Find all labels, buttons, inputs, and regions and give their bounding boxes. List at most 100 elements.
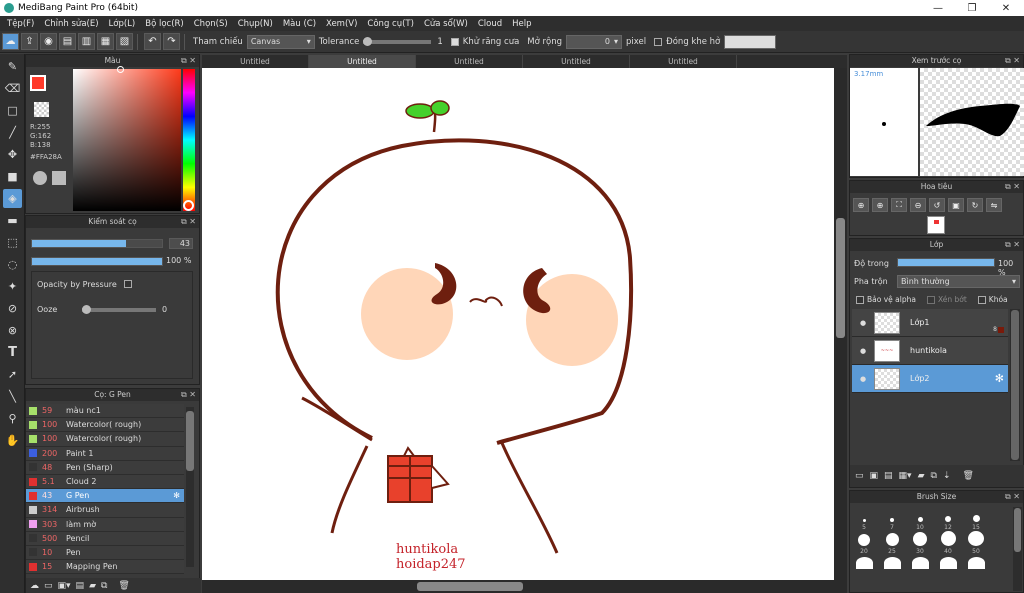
antialias-checkbox[interactable] bbox=[450, 37, 459, 46]
undo-icon[interactable]: ↶ bbox=[144, 33, 161, 50]
rotate-right-icon[interactable]: ↻ bbox=[967, 198, 983, 212]
operation-tool-icon[interactable]: ➚ bbox=[3, 365, 22, 384]
redo-icon[interactable]: ↷ bbox=[163, 33, 180, 50]
drawing-canvas[interactable] bbox=[202, 68, 834, 580]
divide-tool-icon[interactable]: ╲ bbox=[3, 387, 22, 406]
visibility-eye-icon[interactable]: ● bbox=[858, 375, 868, 383]
scrollbar-thumb[interactable] bbox=[1014, 508, 1021, 552]
zoom-fit-icon[interactable]: ⊕ bbox=[853, 198, 869, 212]
brush-list-item[interactable]: 43 G Pen ✻ bbox=[26, 489, 184, 504]
new-8bit-layer-icon[interactable]: ▤ bbox=[884, 471, 893, 481]
comment-icon[interactable]: ▤ bbox=[59, 33, 76, 50]
rotate-left-icon[interactable]: ↺ bbox=[929, 198, 945, 212]
scrollbar-thumb[interactable] bbox=[417, 582, 523, 591]
new-brush-icon[interactable]: ▭ bbox=[44, 581, 53, 591]
speech-icon[interactable]: ◉ bbox=[40, 33, 57, 50]
opacity-pressure-checkbox[interactable] bbox=[124, 280, 132, 288]
panel-controls-icon[interactable]: ⧉ ✕ bbox=[1005, 181, 1020, 193]
brush-size-option[interactable] bbox=[878, 555, 906, 569]
cloud-icon[interactable]: ☁ bbox=[2, 33, 19, 50]
menu-window[interactable]: Cửa sổ(W) bbox=[419, 19, 473, 29]
brush-list-item[interactable]: 100 Watercolor( rough) bbox=[26, 418, 184, 433]
layer-row[interactable]: ● Lớp2 ✻ bbox=[852, 365, 1008, 393]
select-tool-icon[interactable]: ⬚ bbox=[3, 233, 22, 252]
menu-filter[interactable]: Bộ lọc(R) bbox=[140, 19, 189, 29]
layer-list-scrollbar[interactable] bbox=[1010, 309, 1020, 461]
panel-controls-icon[interactable]: ⧉ ✕ bbox=[181, 389, 196, 401]
gear-icon[interactable]: ✻ bbox=[173, 491, 180, 500]
visibility-eye-icon[interactable]: ● bbox=[858, 319, 868, 327]
primary-color-swatch[interactable] bbox=[30, 75, 46, 91]
brush-size-option[interactable] bbox=[934, 555, 962, 569]
menu-select[interactable]: Chọn(S) bbox=[189, 19, 233, 29]
layer-row[interactable]: ● Lớp1 8 bbox=[852, 309, 1008, 337]
saturation-value-picker[interactable] bbox=[73, 66, 181, 211]
tolerance-slider[interactable] bbox=[363, 36, 432, 46]
zoom-out-icon[interactable]: ⊖ bbox=[910, 198, 926, 212]
close-gap-field[interactable] bbox=[724, 34, 777, 49]
blend-mode-select[interactable]: Bình thường ▾ bbox=[897, 275, 1020, 288]
brush-size-option[interactable] bbox=[962, 555, 990, 569]
move-tool-icon[interactable]: ✥ bbox=[3, 145, 22, 164]
trash-icon[interactable]: 🗑 bbox=[118, 581, 129, 591]
minimize-button[interactable]: — bbox=[921, 0, 955, 16]
brush-list-scrollbar[interactable] bbox=[186, 407, 194, 567]
dot-tool-icon[interactable]: ╱ bbox=[3, 123, 22, 142]
trash-icon[interactable]: 🗑 bbox=[962, 471, 973, 481]
scrollbar-thumb[interactable] bbox=[1011, 310, 1019, 460]
brush-list-item[interactable]: 5.1 Cloud 2 bbox=[26, 474, 184, 490]
menu-snap[interactable]: Chụp(N) bbox=[233, 19, 278, 29]
tab-untitled-2[interactable]: Untitled bbox=[309, 55, 416, 68]
brush-list-item[interactable]: 500 Pencil bbox=[26, 531, 184, 546]
zoom-in-icon[interactable]: ⊕ bbox=[872, 198, 888, 212]
hue-knob[interactable] bbox=[183, 200, 194, 211]
new-layer-icon[interactable]: ▭ bbox=[855, 471, 864, 481]
brush-size-option[interactable]: 12 bbox=[934, 507, 962, 531]
brush-list-item[interactable]: 303 làm mờ bbox=[26, 517, 184, 532]
slider-knob[interactable] bbox=[82, 305, 91, 314]
visibility-eye-icon[interactable]: ● bbox=[858, 347, 868, 355]
brush-list-item[interactable]: 10 Pen bbox=[26, 545, 184, 561]
layer-row[interactable]: ● ~~~ huntikola bbox=[852, 337, 1008, 365]
panel-controls-icon[interactable]: ⧉ ✕ bbox=[1005, 239, 1020, 251]
menu-help[interactable]: Help bbox=[507, 19, 536, 29]
close-button[interactable]: ✕ bbox=[989, 0, 1023, 16]
layer-opacity-bar[interactable] bbox=[897, 258, 995, 267]
menu-cloud[interactable]: Cloud bbox=[473, 19, 507, 29]
lock-checkbox[interactable] bbox=[977, 295, 986, 304]
eraser-tool-icon[interactable]: ⌫ bbox=[3, 79, 22, 98]
menu-file[interactable]: Tệp(F) bbox=[2, 19, 39, 29]
menu-edit[interactable]: Chỉnh sửa(E) bbox=[39, 19, 103, 29]
transparent-swatch[interactable] bbox=[34, 102, 49, 117]
merge-down-icon[interactable]: ⇣ bbox=[943, 471, 951, 481]
brush-size-option[interactable]: 25 bbox=[878, 531, 906, 555]
brush-size-option[interactable]: 5 bbox=[850, 507, 878, 531]
bucket-tool-icon[interactable]: ◈ bbox=[3, 189, 22, 208]
brush-list-item[interactable]: 100 Watercolor( rough) bbox=[26, 432, 184, 447]
brush-size-value[interactable]: 43 bbox=[169, 238, 193, 249]
brush-size-option[interactable]: 7 bbox=[878, 507, 906, 531]
flip-icon[interactable]: ⇋ bbox=[986, 198, 1002, 212]
cloud-brush-icon[interactable]: ☁ bbox=[30, 581, 39, 591]
brush-tool-icon[interactable]: ✎ bbox=[3, 57, 22, 76]
brush-size-option[interactable] bbox=[850, 555, 878, 569]
layout-icon[interactable]: ▧ bbox=[116, 33, 133, 50]
navigator-thumbnail[interactable] bbox=[927, 216, 945, 234]
panel-controls-icon[interactable]: ⧉ ✕ bbox=[1005, 55, 1020, 67]
brush-list-item[interactable]: 314 Airbrush bbox=[26, 503, 184, 518]
add-brush-icon[interactable]: ▣▾ bbox=[58, 581, 71, 591]
duplicate-icon[interactable]: ⧉ bbox=[101, 581, 107, 591]
brush-size-option[interactable]: 50 bbox=[962, 531, 990, 555]
close-gap-checkbox[interactable] bbox=[654, 37, 663, 46]
scrollbar-thumb[interactable] bbox=[186, 411, 194, 471]
brush-size-option[interactable] bbox=[906, 555, 934, 569]
actual-size-icon[interactable]: ▣ bbox=[948, 198, 964, 212]
folder-icon[interactable]: ▰ bbox=[89, 581, 96, 591]
brush-size-option[interactable]: 15 bbox=[962, 507, 990, 531]
brush-size-option[interactable]: 10 bbox=[906, 507, 934, 531]
gradient-tool-icon[interactable]: ▬ bbox=[3, 211, 22, 230]
menu-tools[interactable]: Công cụ(T) bbox=[362, 19, 419, 29]
brush-list-item[interactable]: 59 màu nc1 bbox=[26, 404, 184, 419]
brush-size-option[interactable]: 20 bbox=[850, 531, 878, 555]
brush-size-bar[interactable] bbox=[31, 239, 163, 248]
